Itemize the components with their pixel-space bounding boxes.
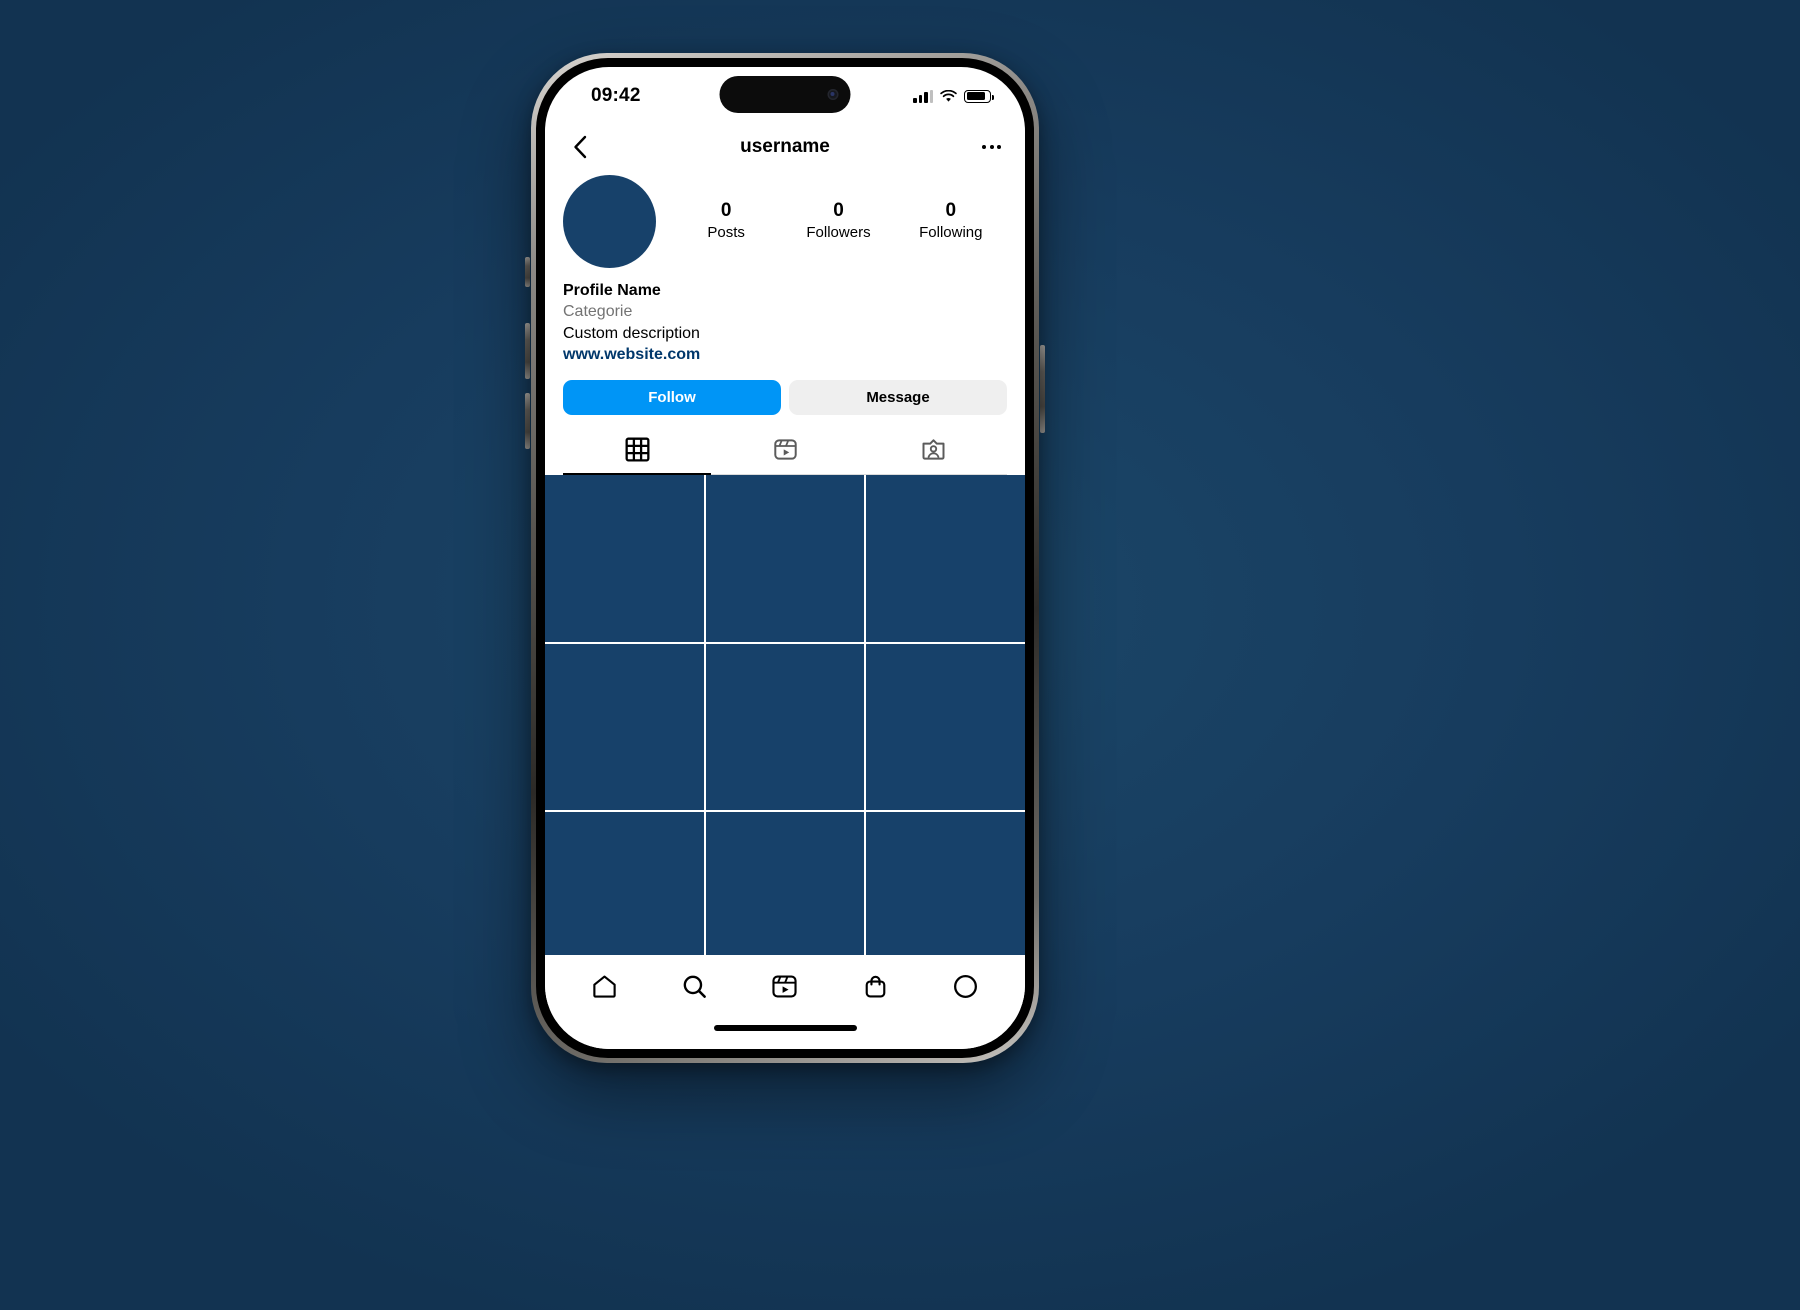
- nav-reels[interactable]: [765, 969, 805, 1009]
- reels-icon: [771, 973, 798, 1005]
- silent-switch[interactable]: [525, 257, 530, 287]
- app-content: username 0 Posts 0 Followers 0 Following…: [545, 125, 1025, 1049]
- stat-value: 0: [945, 200, 957, 221]
- volume-up-button[interactable]: [525, 323, 530, 379]
- home-indicator: [545, 1023, 1025, 1049]
- status-bar-time: 09:42: [591, 85, 641, 106]
- grid-icon: [625, 437, 650, 467]
- volume-down-button[interactable]: [525, 393, 530, 449]
- stat-followers[interactable]: 0 Followers: [799, 199, 877, 242]
- wifi-icon: [940, 89, 957, 103]
- post-cell[interactable]: [866, 475, 1025, 642]
- nav-home[interactable]: [584, 969, 624, 1009]
- phone-bezel: 09:42 username 0 Posts 0 Followers 0 Fol…: [536, 58, 1034, 1058]
- post-cell[interactable]: [705, 475, 865, 642]
- follow-button[interactable]: Follow: [563, 380, 781, 416]
- profile-name: Profile Name: [563, 282, 661, 299]
- more-options-icon[interactable]: [980, 139, 1003, 155]
- profile-category: Categorie: [563, 303, 633, 321]
- post-cell[interactable]: [866, 812, 1025, 955]
- stat-value: 0: [720, 200, 732, 221]
- profile-actions: Follow Message: [563, 380, 1007, 416]
- profile-description: Custom description: [563, 324, 700, 342]
- phone-screen: 09:42 username 0 Posts 0 Followers 0 Fol…: [545, 67, 1025, 1049]
- dynamic-island: [719, 76, 851, 113]
- post-cell[interactable]: [545, 643, 704, 811]
- post-cell[interactable]: [705, 812, 865, 955]
- bottom-navigation-bar: [545, 955, 1025, 1023]
- back-button[interactable]: [567, 134, 593, 160]
- profile-stats: 0 Posts 0 Followers 0 Following: [656, 175, 1007, 242]
- power-button[interactable]: [1040, 345, 1045, 433]
- tagged-person-icon: [921, 437, 946, 467]
- home-icon: [591, 973, 618, 1005]
- status-bar-indicators: [913, 89, 994, 103]
- page-title: username: [740, 136, 830, 157]
- stat-value: 0: [833, 200, 844, 221]
- post-grid: [545, 475, 1025, 955]
- nav-profile[interactable]: [946, 969, 986, 1009]
- message-button[interactable]: Message: [789, 380, 1007, 416]
- cellular-signal-icon: [913, 89, 933, 103]
- nav-search[interactable]: [675, 969, 715, 1009]
- stat-label: Following: [919, 223, 983, 241]
- reels-icon: [773, 437, 798, 467]
- profile-tab-bar: [563, 429, 1007, 476]
- profile-header-row: 0 Posts 0 Followers 0 Following: [563, 175, 1007, 268]
- post-cell[interactable]: [866, 643, 1025, 811]
- reels-tab[interactable]: [711, 429, 859, 474]
- status-bar: 09:42: [545, 67, 1025, 125]
- front-camera-icon: [827, 89, 839, 100]
- shopping-bag-icon: [862, 973, 889, 1005]
- profile-bio: Profile Name Categorie Custom descriptio…: [563, 280, 1007, 365]
- profile-website-link[interactable]: www.website.com: [563, 344, 1007, 365]
- search-icon: [681, 973, 708, 1005]
- battery-icon: [964, 89, 994, 103]
- stat-posts[interactable]: 0 Posts: [687, 199, 765, 242]
- tagged-tab[interactable]: [859, 429, 1007, 474]
- post-cell[interactable]: [545, 475, 704, 642]
- avatar[interactable]: [563, 175, 656, 268]
- stat-following[interactable]: 0 Following: [912, 199, 990, 242]
- profile-circle-icon: [952, 973, 979, 1005]
- grid-tab[interactable]: [563, 429, 711, 476]
- stat-label: Followers: [806, 223, 871, 241]
- post-cell[interactable]: [545, 812, 704, 955]
- post-cell[interactable]: [705, 643, 865, 811]
- nav-shop[interactable]: [855, 969, 895, 1009]
- stat-label: Posts: [707, 223, 745, 241]
- profile-section: 0 Posts 0 Followers 0 Following Profile …: [545, 169, 1025, 476]
- phone-device: 09:42 username 0 Posts 0 Followers 0 Fol…: [531, 53, 1039, 1063]
- profile-scroll-area: 0 Posts 0 Followers 0 Following Profile …: [545, 169, 1025, 955]
- app-header: username: [545, 125, 1025, 169]
